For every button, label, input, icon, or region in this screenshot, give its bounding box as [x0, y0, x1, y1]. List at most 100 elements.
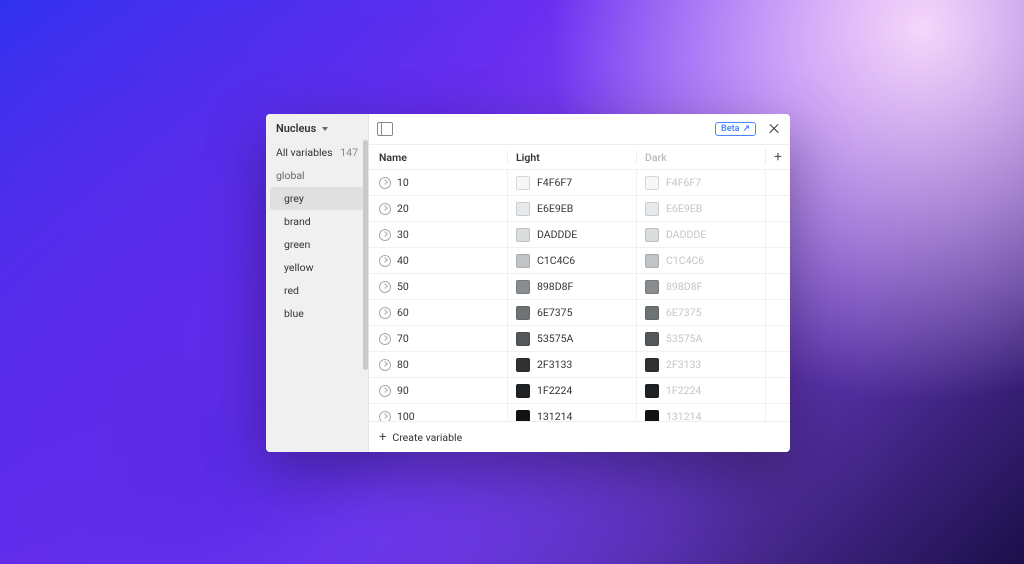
sidebar-item-yellow[interactable]: yellow	[266, 256, 368, 279]
variable-name: 70	[397, 332, 409, 345]
variable-name-cell[interactable]: 80	[369, 358, 507, 371]
column-light[interactable]: Light	[507, 151, 636, 164]
add-mode-button[interactable]: +	[774, 149, 782, 165]
light-value: 2F3133	[537, 358, 572, 371]
variable-count: 147	[340, 146, 358, 159]
color-swatch	[516, 254, 530, 268]
dark-value-cell[interactable]: 1F2224	[636, 378, 765, 403]
sidebar-item-brand[interactable]: brand	[266, 210, 368, 233]
collection-picker[interactable]: Nucleus	[266, 114, 368, 141]
collection-name: Nucleus	[276, 122, 316, 135]
color-swatch	[645, 254, 659, 268]
light-value: E6E9EB	[537, 202, 573, 215]
beta-badge[interactable]: Beta ↗	[715, 122, 756, 136]
sidebar-item-grey[interactable]: grey	[270, 187, 364, 210]
color-swatch	[645, 410, 659, 422]
variable-name: 40	[397, 254, 409, 267]
variable-name: 10	[397, 176, 409, 189]
variable-name-cell[interactable]: 90	[369, 384, 507, 397]
light-value-cell[interactable]: 53575A	[507, 326, 636, 351]
variable-type-icon	[379, 411, 391, 422]
table-row[interactable]: 10 F4F6F7F4F6F7	[369, 170, 790, 196]
dark-value: 6E7375	[666, 306, 701, 319]
variable-name: 30	[397, 228, 409, 241]
variable-name-cell[interactable]: 30	[369, 228, 507, 241]
dark-value-cell[interactable]: DADDDE	[636, 222, 765, 247]
light-value: 131214	[537, 410, 572, 421]
table-row[interactable]: 90 1F2224 1F2224	[369, 378, 790, 404]
variable-name: 80	[397, 358, 409, 371]
all-variables-row[interactable]: All variables 147	[266, 141, 368, 164]
row-end	[765, 300, 790, 325]
dark-value-cell[interactable]: 131214	[636, 404, 765, 421]
variable-name-cell[interactable]: 40	[369, 254, 507, 267]
table-row[interactable]: 20 E6E9EB E6E9EB	[369, 196, 790, 222]
table-header: Name Light Dark +	[369, 145, 790, 170]
light-value-cell[interactable]: 2F3133	[507, 352, 636, 377]
light-value-cell[interactable]: DADDDE	[507, 222, 636, 247]
light-value-cell[interactable]: 898D8F	[507, 274, 636, 299]
variable-type-icon	[379, 177, 391, 189]
light-value-cell[interactable]: F4F6F7	[507, 170, 636, 195]
variable-name: 90	[397, 384, 409, 397]
dark-value: C1C4C6	[666, 254, 704, 267]
table-row[interactable]: 100 131214 131214	[369, 404, 790, 421]
scrollbar[interactable]	[363, 140, 368, 370]
variable-name-cell[interactable]: 10	[369, 176, 507, 189]
light-value-cell[interactable]: C1C4C6	[507, 248, 636, 273]
table-row[interactable]: 40 C1C4C6 C1C4C6	[369, 248, 790, 274]
group-label[interactable]: global	[266, 164, 368, 187]
create-variable-button[interactable]: + Create variable	[369, 421, 790, 452]
dark-value-cell[interactable]: C1C4C6	[636, 248, 765, 273]
row-end	[765, 378, 790, 403]
dark-value-cell[interactable]: 898D8F	[636, 274, 765, 299]
sidebar-item-blue[interactable]: blue	[266, 302, 368, 325]
light-value-cell[interactable]: E6E9EB	[507, 196, 636, 221]
dark-value-cell[interactable]: F4F6F7	[636, 170, 765, 195]
light-value-cell[interactable]: 1F2224	[507, 378, 636, 403]
light-value-cell[interactable]: 131214	[507, 404, 636, 421]
variable-name-cell[interactable]: 20	[369, 202, 507, 215]
close-icon[interactable]	[766, 121, 782, 137]
light-value: C1C4C6	[537, 254, 575, 267]
variable-type-icon	[379, 333, 391, 345]
main: Beta ↗ Name Light Dark + 10F4F6F7F4F6F72…	[369, 114, 790, 452]
color-swatch	[645, 306, 659, 320]
row-end	[765, 404, 790, 421]
variable-type-icon	[379, 203, 391, 215]
dark-value-cell[interactable]: 6E7375	[636, 300, 765, 325]
variable-name-cell[interactable]: 60	[369, 306, 507, 319]
dark-value-cell[interactable]: E6E9EB	[636, 196, 765, 221]
beta-label: Beta	[721, 124, 739, 134]
variable-type-icon	[379, 359, 391, 371]
variable-name-cell[interactable]: 70	[369, 332, 507, 345]
color-swatch	[516, 306, 530, 320]
dark-value: 2F3133	[666, 358, 701, 371]
dark-value: 1F2224	[666, 384, 701, 397]
light-value-cell[interactable]: 6E7375	[507, 300, 636, 325]
dark-value-cell[interactable]: 2F3133	[636, 352, 765, 377]
column-dark[interactable]: Dark	[636, 151, 765, 164]
row-end	[765, 248, 790, 273]
table-row[interactable]: 30 DADDDEDADDDE	[369, 222, 790, 248]
row-end	[765, 196, 790, 221]
color-swatch	[645, 358, 659, 372]
row-end	[765, 274, 790, 299]
color-swatch	[645, 384, 659, 398]
variables-panel: Nucleus All variables 147 global greybra…	[266, 114, 790, 452]
variable-name-cell[interactable]: 100	[369, 410, 507, 421]
variable-name: 50	[397, 280, 409, 293]
dark-value-cell[interactable]: 53575A	[636, 326, 765, 351]
table-row[interactable]: 80 2F3133 2F3133	[369, 352, 790, 378]
sidebar-item-red[interactable]: red	[266, 279, 368, 302]
sidebar-item-green[interactable]: green	[266, 233, 368, 256]
color-swatch	[645, 280, 659, 294]
table-row[interactable]: 50 898D8F898D8F	[369, 274, 790, 300]
table-row[interactable]: 606E73756E7375	[369, 300, 790, 326]
table-row[interactable]: 70 53575A53575A	[369, 326, 790, 352]
light-value: 1F2224	[537, 384, 572, 397]
variable-name-cell[interactable]: 50	[369, 280, 507, 293]
create-variable-label: Create variable	[392, 431, 462, 444]
color-swatch	[516, 410, 530, 422]
sidebar-toggle-icon[interactable]	[377, 122, 393, 136]
